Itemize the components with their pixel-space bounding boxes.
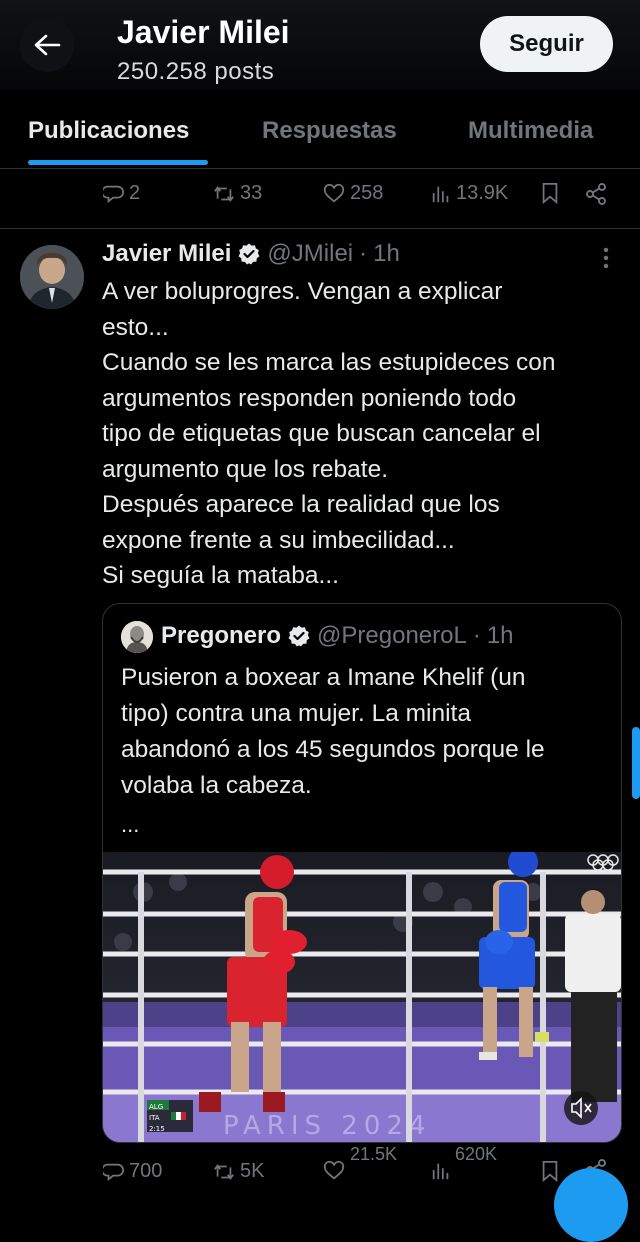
profile-tabs: Publicaciones Respuestas Multimedia — [0, 90, 640, 169]
repost-count: 5K — [240, 1160, 265, 1182]
repost-icon — [214, 1163, 234, 1180]
tweet-text-line: argumentos responden poniendo todo — [102, 384, 517, 412]
views-count: 13.9K — [456, 182, 509, 204]
quote-author-name: Pregonero — [161, 622, 282, 649]
quote-video[interactable]: PARIS 2024 ALG ITA 2:15 — [103, 852, 621, 1142]
views-count: 620K — [455, 1144, 498, 1164]
scoreboard-team-1: ALG — [149, 1103, 163, 1111]
repost-button[interactable]: 5K — [212, 1160, 264, 1183]
tweet-header: Javier Milei @JMilei · 1h — [102, 240, 400, 268]
like-count: 21.5K — [350, 1144, 398, 1164]
quote-author-handle: @PregoneroL — [317, 622, 467, 649]
tweet-time[interactable]: 1h — [373, 240, 400, 268]
like-icon — [323, 1160, 345, 1180]
share-button[interactable] — [584, 182, 608, 206]
tweet-text-line: argumento que los rebate. — [102, 455, 389, 483]
repost-icon — [214, 185, 234, 202]
active-tab-indicator — [28, 160, 208, 165]
quote-time: 1h — [486, 622, 514, 649]
quote-header: Pregonero @PregoneroL · 1h — [161, 622, 514, 650]
views-button[interactable] — [430, 1160, 452, 1182]
tweet-text-line: A ver boluprogres. Vengan a explicar — [102, 278, 503, 305]
bookmark-icon — [542, 1160, 558, 1182]
verified-badge-icon — [288, 625, 310, 647]
more-icon[interactable] — [596, 244, 616, 272]
like-button[interactable]: 258 — [322, 182, 383, 205]
bookmark-button[interactable] — [540, 1160, 560, 1182]
reply-icon — [103, 1163, 124, 1181]
tweet-actions: 700 5K 21.5K 620K — [0, 1144, 640, 1195]
author-name[interactable]: Javier Milei — [102, 240, 231, 268]
like-icon — [323, 183, 345, 202]
tweet-text-line: tipo de etiquetas que buscan cancelar el — [102, 420, 541, 447]
quote-text-line: volaba la cabeza. — [121, 772, 312, 799]
repost-count: 33 — [240, 182, 263, 204]
mute-button[interactable] — [564, 1091, 598, 1125]
reply-count: 700 — [129, 1160, 163, 1182]
quote-text-line: Pusieron a boxear a Imane Khelif (un — [121, 664, 526, 691]
reply-button[interactable]: 2 — [103, 182, 140, 205]
separator-dot: · — [472, 622, 481, 649]
compose-button[interactable] — [554, 1168, 628, 1242]
scoreboard-team-2: ITA — [149, 1114, 160, 1122]
views-button[interactable]: 13.9K — [430, 182, 508, 205]
tab-respuestas[interactable]: Respuestas — [262, 117, 397, 145]
quote-text: Pusieron a boxear a Imane Khelif (un tip… — [121, 660, 611, 804]
views-icon — [432, 186, 449, 202]
separator-dot: · — [359, 240, 368, 267]
verified-badge-icon — [238, 243, 260, 265]
quote-text-line: abandonó a los 45 segundos porque le — [121, 736, 545, 763]
back-arrow-icon — [34, 34, 61, 56]
tweet-text-line: esto... — [102, 313, 169, 341]
views-icon — [432, 1163, 449, 1180]
like-count: 258 — [350, 182, 384, 204]
reply-icon — [103, 185, 124, 203]
quote-ellipsis: ... — [121, 812, 140, 837]
profile-header: Javier Milei 250.258 posts Seguir — [0, 0, 640, 90]
like-button[interactable] — [322, 1160, 346, 1182]
back-button[interactable] — [20, 18, 74, 72]
tweet-text: A ver boluprogres. Vengan a explicar est… — [102, 274, 622, 594]
tweet-text-line: Después aparece la realidad que los — [102, 491, 500, 518]
bookmark-button[interactable] — [540, 182, 560, 204]
tweet-text-line: expone frente a su imbecilidad... — [102, 526, 455, 554]
tweet-text-line: Cuando se les marca las estupideces con — [102, 349, 556, 376]
repost-button[interactable]: 33 — [212, 182, 262, 205]
scrollbar[interactable] — [632, 727, 640, 799]
quote-avatar — [121, 621, 153, 653]
share-icon — [586, 183, 606, 205]
avatar[interactable] — [20, 245, 84, 309]
video-watermark-text: PARIS 2024 — [223, 1111, 431, 1141]
reply-button[interactable]: 700 — [103, 1160, 162, 1183]
tweet-divider — [0, 228, 640, 229]
tab-multimedia[interactable]: Multimedia — [468, 117, 593, 145]
prev-tweet-actions: 2 33 258 13.9K — [0, 182, 640, 222]
profile-name: Javier Milei — [117, 14, 290, 50]
reply-count: 2 — [129, 182, 141, 204]
quote-text-line: tipo) contra una mujer. La minita — [121, 700, 471, 727]
quoted-tweet[interactable]: Pregonero @PregoneroL · 1h Pusieron a bo… — [102, 603, 622, 1143]
author-handle[interactable]: @JMilei — [267, 240, 353, 268]
tab-publicaciones[interactable]: Publicaciones — [28, 117, 189, 145]
bookmark-icon — [542, 182, 558, 204]
follow-button[interactable]: Seguir — [480, 16, 613, 72]
post-count: 250.258 posts — [117, 58, 275, 85]
scoreboard-clock: 2:15 — [149, 1125, 165, 1133]
tweet-text-line: Si seguía la mataba... — [102, 562, 339, 589]
